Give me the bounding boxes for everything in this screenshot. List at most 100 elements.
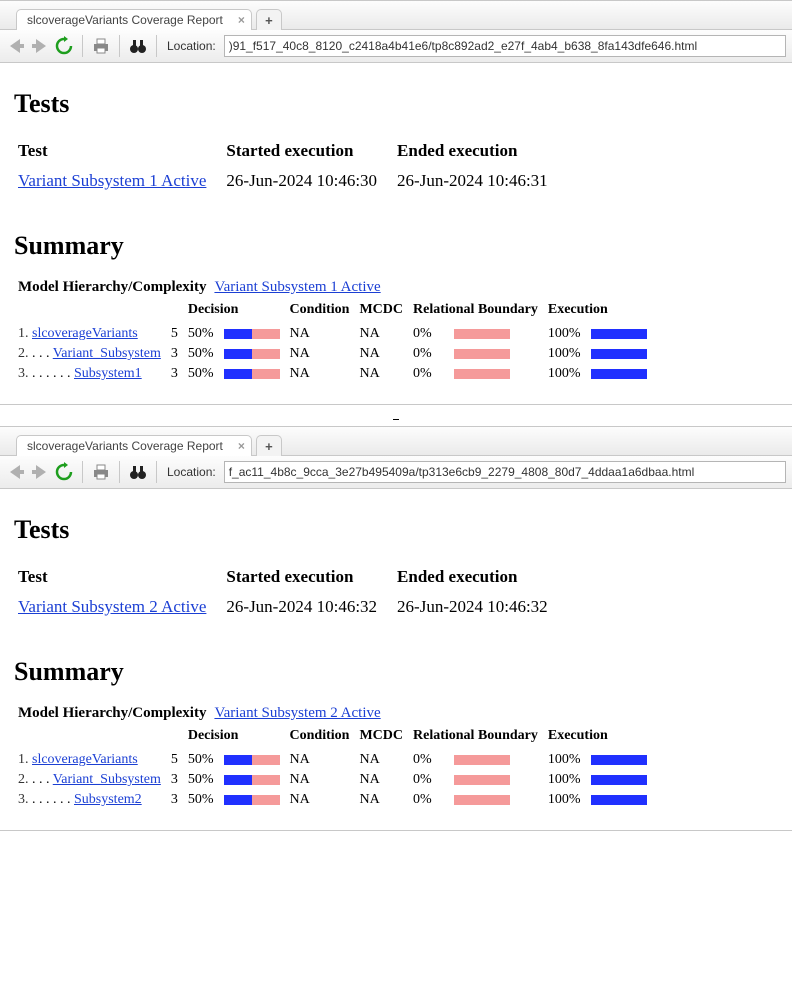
test-link[interactable]: Variant Subsystem 1 Active <box>18 171 206 190</box>
col-started: Started execution <box>226 137 397 171</box>
forward-icon[interactable] <box>30 36 50 56</box>
model-link[interactable]: slcoverageVariants <box>32 326 138 341</box>
mcdc-value: NA <box>359 364 413 384</box>
table-row: 2. . . . Variant_Subsystem 3 50% NA NA 0… <box>18 770 657 790</box>
find-icon[interactable] <box>128 462 148 482</box>
tab-title: slcoverageVariants Coverage Report <box>27 13 223 27</box>
coverage-bar <box>454 349 510 359</box>
mcdc-value: NA <box>359 770 413 790</box>
back-icon[interactable] <box>6 462 26 482</box>
col-condition: Condition <box>290 300 360 324</box>
browser-window: slcoverageVariants Coverage Report × + L… <box>0 426 792 831</box>
summary-link[interactable]: Variant Subsystem 2 Active <box>214 705 380 722</box>
hierarchy-label: Model Hierarchy/Complexity <box>18 279 206 296</box>
decision-value: 50% <box>188 790 224 810</box>
execution-value: 100% <box>548 750 591 770</box>
coverage-bar <box>454 775 510 785</box>
decision-value: 50% <box>188 344 224 364</box>
col-execution: Execution <box>548 726 657 750</box>
execution-value: 100% <box>548 324 591 344</box>
complexity-value: 3 <box>171 770 188 790</box>
summary-table: Decision Condition MCDC Relational Bound… <box>18 726 657 810</box>
close-icon[interactable]: × <box>238 439 245 453</box>
location-input[interactable]: f_ac11_4b8c_9cca_3e27b495409a/tp313e6cb9… <box>224 461 786 483</box>
coverage-bar <box>591 755 647 765</box>
relbound-value: 0% <box>413 770 454 790</box>
refresh-icon[interactable] <box>54 462 74 482</box>
tests-table: Test Started execution Ended execution V… <box>18 563 568 617</box>
summary-link[interactable]: Variant Subsystem 1 Active <box>214 279 380 296</box>
refresh-icon[interactable] <box>54 36 74 56</box>
location-label: Location: <box>167 465 216 479</box>
browser-tab[interactable]: slcoverageVariants Coverage Report × <box>16 435 252 456</box>
col-decision: Decision <box>188 300 290 324</box>
col-decision: Decision <box>188 726 290 750</box>
coverage-bar <box>591 349 647 359</box>
execution-value: 100% <box>548 364 591 384</box>
location-input[interactable]: )91_f517_40c8_8120_c2418a4b41e6/tp8c892a… <box>224 35 786 57</box>
coverage-bar <box>454 755 510 765</box>
separator <box>82 461 83 483</box>
row-indent: . . . <box>32 772 53 787</box>
execution-value: 100% <box>548 344 591 364</box>
decision-value: 50% <box>188 770 224 790</box>
separator <box>82 35 83 57</box>
forward-icon[interactable] <box>30 462 50 482</box>
coverage-bar <box>224 349 280 359</box>
coverage-bar <box>591 775 647 785</box>
print-icon[interactable] <box>91 36 111 56</box>
model-link[interactable]: slcoverageVariants <box>32 752 138 767</box>
coverage-bar <box>224 755 280 765</box>
mcdc-value: NA <box>359 344 413 364</box>
col-mcdc: MCDC <box>359 726 413 750</box>
coverage-bar <box>591 795 647 805</box>
condition-value: NA <box>290 750 360 770</box>
table-row: 3. . . . . . . Subsystem2 3 50% NA NA 0%… <box>18 790 657 810</box>
image-divider <box>393 419 399 422</box>
col-execution: Execution <box>548 300 657 324</box>
col-test: Test <box>18 563 226 597</box>
coverage-bar <box>224 775 280 785</box>
tests-table: Test Started execution Ended execution V… <box>18 137 568 191</box>
row-indent: . . . . . . <box>32 792 74 807</box>
print-icon[interactable] <box>91 462 111 482</box>
test-link[interactable]: Variant Subsystem 2 Active <box>18 597 206 616</box>
row-indent: . . . . . . <box>32 366 74 381</box>
relbound-value: 0% <box>413 344 454 364</box>
decision-value: 50% <box>188 364 224 384</box>
toolbar: Location: f_ac11_4b8c_9cca_3e27b495409a/… <box>0 456 792 489</box>
condition-value: NA <box>290 790 360 810</box>
col-started: Started execution <box>226 563 397 597</box>
new-tab-button[interactable]: + <box>256 435 282 456</box>
condition-value: NA <box>290 344 360 364</box>
col-relbound: Relational Boundary <box>413 726 548 750</box>
col-ended: Ended execution <box>397 137 568 171</box>
complexity-value: 5 <box>171 750 188 770</box>
find-icon[interactable] <box>128 36 148 56</box>
summary-heading: Summary <box>14 657 778 687</box>
row-num: 1. <box>18 752 29 767</box>
model-link[interactable]: Variant_Subsystem <box>53 346 161 361</box>
tab-bar: slcoverageVariants Coverage Report × + <box>0 1 792 30</box>
relbound-value: 0% <box>413 364 454 384</box>
model-link[interactable]: Variant_Subsystem <box>53 772 161 787</box>
coverage-bar <box>454 369 510 379</box>
model-link[interactable]: Subsystem1 <box>74 366 142 381</box>
separator <box>156 35 157 57</box>
model-link[interactable]: Subsystem2 <box>74 792 142 807</box>
close-icon[interactable]: × <box>238 13 245 27</box>
separator <box>119 461 120 483</box>
back-icon[interactable] <box>6 36 26 56</box>
condition-value: NA <box>290 324 360 344</box>
browser-tab[interactable]: slcoverageVariants Coverage Report × <box>16 9 252 30</box>
new-tab-button[interactable]: + <box>256 9 282 30</box>
toolbar: Location: )91_f517_40c8_8120_c2418a4b41e… <box>0 30 792 63</box>
row-num: 3. <box>18 366 29 381</box>
relbound-value: 0% <box>413 324 454 344</box>
execution-value: 100% <box>548 770 591 790</box>
mcdc-value: NA <box>359 324 413 344</box>
table-row: Variant Subsystem 1 Active 26-Jun-2024 1… <box>18 171 568 191</box>
summary-heading: Summary <box>14 231 778 261</box>
separator <box>119 35 120 57</box>
table-row: 3. . . . . . . Subsystem1 3 50% NA NA 0%… <box>18 364 657 384</box>
